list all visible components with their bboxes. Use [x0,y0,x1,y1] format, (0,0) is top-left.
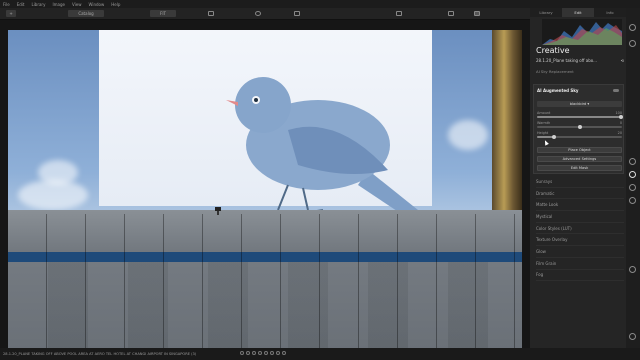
creative-icon[interactable] [629,171,636,178]
menu-help[interactable]: Help [111,2,120,7]
ai-augmented-sky-tool: AI Augmented Sky blackbird ▾ Amount 100 W… [533,84,624,174]
layers-icon[interactable] [629,24,636,31]
tool-matte-look[interactable]: Matte Look [536,199,624,212]
menu-view[interactable]: View [72,2,82,7]
zoom-dropdown[interactable]: FIT [150,10,176,17]
slider-knob[interactable] [577,124,582,129]
subsection-label: AI Sky Replacement [536,69,574,74]
tool-sunrays[interactable]: Sunrays [536,176,624,188]
edit-panel: Library Edit Info Creative 28.1.20_Plane… [530,8,626,348]
menu-window[interactable]: Window [88,2,104,7]
edit-mask-button[interactable]: Edit Mask [537,165,622,171]
tool-fog[interactable]: Fog [536,270,624,282]
advanced-settings-button[interactable]: Advanced Settings [537,156,622,162]
preview-eye-icon[interactable] [255,11,261,16]
menu-edit[interactable]: Edit [17,2,25,7]
favorites-icon[interactable] [629,266,636,273]
chevron-down-icon: ▾ [586,102,590,106]
status-bar: 28.1.20_PLANE TAKING OFF ABOVE POOL AREA… [0,348,640,360]
share-icon[interactable] [396,11,402,16]
creative-tools-list: Sunrays Dramatic Matte Look Mystical Col… [536,176,624,282]
menu-image[interactable]: Image [52,2,65,7]
tool-dramatic[interactable]: Dramatic [536,188,624,200]
compare-icon[interactable] [294,11,300,16]
history-icon[interactable] [629,333,636,340]
tab-info[interactable]: Info [594,8,626,17]
menu-bar: File Edit Library Image View Window Help [0,0,640,8]
tool-glow[interactable]: Glow [536,246,624,258]
toolbar: + Catalog FIT [0,8,530,20]
rating-stars[interactable] [240,351,286,355]
image-canvas[interactable] [0,20,530,348]
preset-row[interactable]: 28.1.20_Plane taking off abo... ⟲ [536,58,624,63]
rooftop-light-icon [215,207,221,215]
canvas-icon[interactable] [629,40,636,47]
tool-texture-overlay[interactable]: Texture Overlay [536,234,624,247]
section-title: Creative [536,46,570,55]
reset-icon[interactable]: ⟲ [621,58,624,63]
warmth-slider[interactable]: Warmth 0 [537,121,622,129]
essentials-icon[interactable] [629,158,636,165]
place-object-button[interactable]: Place Object [537,147,622,153]
menu-library[interactable]: Library [31,2,45,7]
tool-color-styles[interactable]: Color Styles (LUT) [536,223,624,235]
toggle-icon[interactable] [613,89,619,92]
photo [8,30,522,348]
amount-slider[interactable]: Amount 100 [537,111,623,119]
preset-name: 28.1.20_Plane taking off abo... [536,58,597,63]
menu-file[interactable]: File [3,2,10,7]
tool-film-grain[interactable]: Film Grain [536,258,624,270]
tab-edit[interactable]: Edit [562,8,594,17]
tab-library[interactable]: Library [530,8,562,17]
layout-icon[interactable] [474,11,480,16]
slider-knob[interactable] [552,134,557,139]
tool-rail [626,8,640,348]
panel-tabs: Library Edit Info [530,8,626,17]
tool-mystical[interactable]: Mystical [536,211,624,223]
professional-icon[interactable] [629,197,636,204]
catalog-button[interactable]: Catalog [68,10,104,17]
slider-knob[interactable] [618,114,623,119]
height-slider[interactable]: Height 20 [537,131,622,139]
image-caption: 28.1.20_PLANE TAKING OFF ABOVE POOL AREA… [3,352,197,356]
zoom-in-icon[interactable] [208,11,214,16]
tool-title[interactable]: AI Augmented Sky [537,88,579,93]
add-button[interactable]: + [6,10,16,17]
blackbird-image [218,60,438,220]
undo-icon[interactable] [448,11,454,16]
portrait-icon[interactable] [629,184,636,191]
object-dropdown[interactable]: blackbird ▾ [537,101,622,107]
histogram [542,19,622,45]
